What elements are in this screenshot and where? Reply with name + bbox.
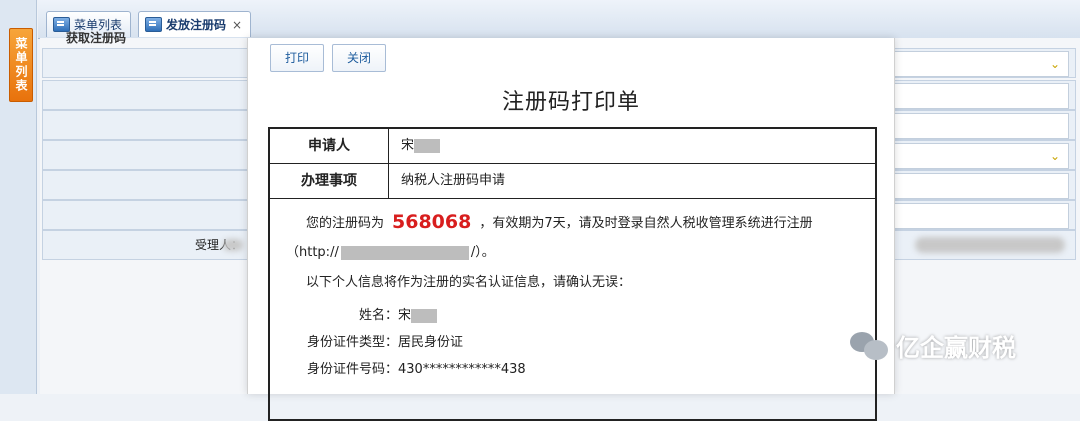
watermark: 亿企赢财税 <box>850 328 1016 363</box>
registration-code-paragraph: 您的注册码为 568068 ，有效期为7天，请及时登录自然人税收管理系统进行注册 <box>306 211 813 233</box>
text-input[interactable] <box>887 113 1069 139</box>
confirm-paragraph: 以下个人信息将作为注册的实名认证信息，请确认无误： <box>306 275 632 290</box>
url-line: （http:///）。 <box>286 245 495 260</box>
table-row: 申请人 宋 <box>270 129 875 164</box>
applicant-label: 申请人 <box>270 129 389 163</box>
chevron-down-icon: ⌄ <box>1049 149 1060 163</box>
matter-label: 办理事项 <box>270 164 389 198</box>
close-button[interactable]: 关闭 <box>332 44 386 72</box>
redaction-block <box>340 245 469 260</box>
redaction-block <box>411 308 438 323</box>
redacted-value <box>915 237 1065 253</box>
form-label: 受理人： <box>194 238 243 252</box>
document-title: 注册码打印单 <box>501 90 640 115</box>
redacted-value <box>223 239 243 251</box>
id-number-input[interactable] <box>887 83 1069 109</box>
registration-code: 568068 <box>392 211 472 233</box>
applicant-value: 宋 <box>389 129 875 163</box>
side-menu-tab[interactable]: 菜单列表 <box>9 28 33 102</box>
id-type-select[interactable]: ⌄ <box>887 51 1069 77</box>
matter-value: 纳税人注册码申请 <box>401 173 506 188</box>
print-dialog: 打印 关闭 注册码打印单 申请人 宋 办理事项 纳税人注册码申请 您的注册码为 5… <box>247 38 895 421</box>
wechat-icon <box>850 330 890 362</box>
info-name: 姓名：宋 <box>270 304 438 323</box>
phone-input[interactable] <box>887 173 1069 199</box>
info-id-type: 身份证件类型：居民身份证 <box>306 335 464 350</box>
table-row: 办理事项 纳税人注册码申请 <box>270 164 875 199</box>
info-id-number: 身份证件号码：430************438 <box>306 362 526 377</box>
redaction-block <box>414 138 441 153</box>
print-table: 申请人 宋 办理事项 纳税人注册码申请 您的注册码为 568068 ，有效期为7天，… <box>268 127 877 421</box>
nationality-select[interactable]: ⌄ <box>887 143 1069 169</box>
chevron-down-icon: ⌄ <box>1049 57 1060 71</box>
side-rail: 菜单列表 <box>0 0 37 394</box>
print-button[interactable]: 打印 <box>270 44 324 72</box>
text-input[interactable] <box>887 203 1069 229</box>
